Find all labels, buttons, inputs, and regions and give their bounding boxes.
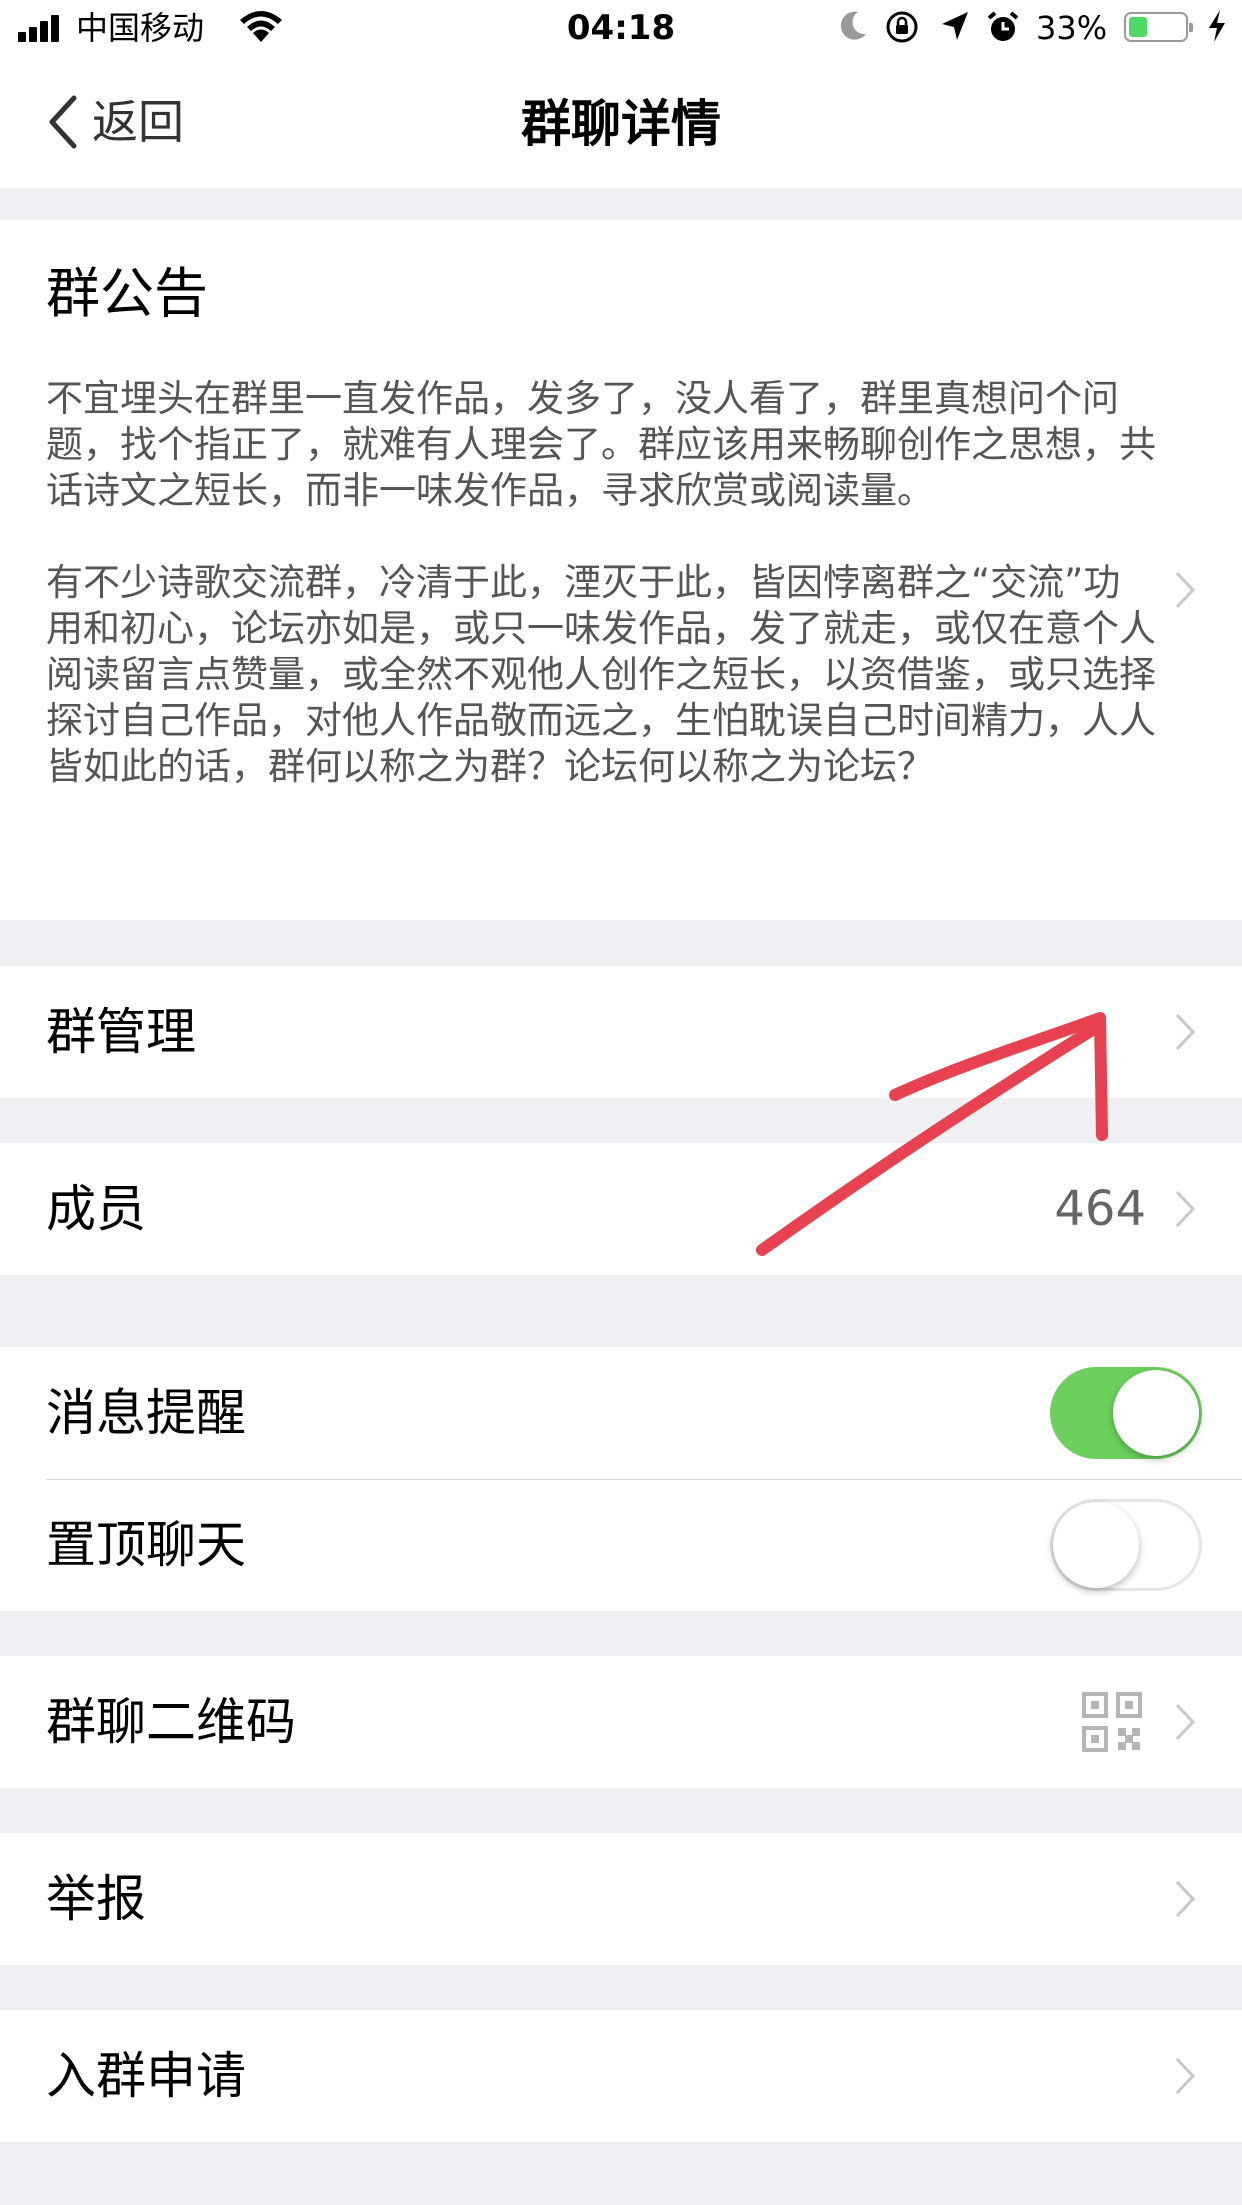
message-alert-switch[interactable] (1050, 1367, 1202, 1459)
group-qr-label: 群聊二维码 (46, 1693, 296, 1751)
page-title: 群聊详情 (521, 95, 721, 153)
chevron-right-icon (1175, 1703, 1196, 1741)
members-row[interactable]: 成员 464 (0, 1143, 1242, 1275)
group-notice-title: 群公告 (46, 262, 208, 325)
pin-chat-label: 置顶聊天 (46, 1516, 246, 1574)
battery-percent: 33% (1036, 9, 1108, 47)
status-bar: 中国移动 04:18 33% (0, 0, 1242, 56)
message-alert-label: 消息提醒 (46, 1384, 246, 1442)
chevron-right-icon (1175, 1880, 1196, 1918)
join-request-label: 入群申请 (46, 2047, 246, 2105)
group-notice-text: 不宜埋头在群里一直发作品，发多了，没人看了，群里真想问个问题，找个指正了，就难有… (46, 377, 1156, 788)
group-manage-label: 群管理 (46, 1003, 196, 1061)
switch-knob (1113, 1370, 1199, 1456)
report-label: 举报 (46, 1870, 146, 1928)
switch-knob (1053, 1502, 1139, 1588)
chevron-right-icon (1175, 1013, 1196, 1051)
chevron-right-icon (1175, 571, 1196, 609)
join-request-row[interactable]: 入群申请 (0, 2010, 1242, 2142)
battery-level (1129, 17, 1147, 37)
pin-chat-switch[interactable] (1050, 1499, 1202, 1591)
group-notice-cell[interactable]: 群公告 不宜埋头在群里一直发作品，发多了，没人看了，群里真想问个问题，找个指正了… (0, 220, 1242, 920)
battery-icon (1124, 12, 1193, 42)
group-qr-row[interactable]: 群聊二维码 (0, 1656, 1242, 1788)
chevron-right-icon (1175, 1190, 1196, 1228)
members-label: 成员 (46, 1180, 146, 1238)
report-row[interactable]: 举报 (0, 1833, 1242, 1965)
members-count: 464 (1054, 1181, 1146, 1237)
toggle-group: 消息提醒 置顶聊天 (0, 1347, 1242, 1611)
nav-bar: 返回 群聊详情 (0, 56, 1242, 188)
chevron-right-icon (1175, 2057, 1196, 2095)
moon-icon (840, 11, 866, 40)
qr-code-icon (1082, 1692, 1142, 1752)
charging-icon (1209, 10, 1225, 42)
location-icon (942, 12, 968, 40)
group-manage-row[interactable]: 群管理 (0, 966, 1242, 1098)
rotation-lock-icon (886, 11, 918, 43)
alarm-icon (987, 11, 1019, 41)
